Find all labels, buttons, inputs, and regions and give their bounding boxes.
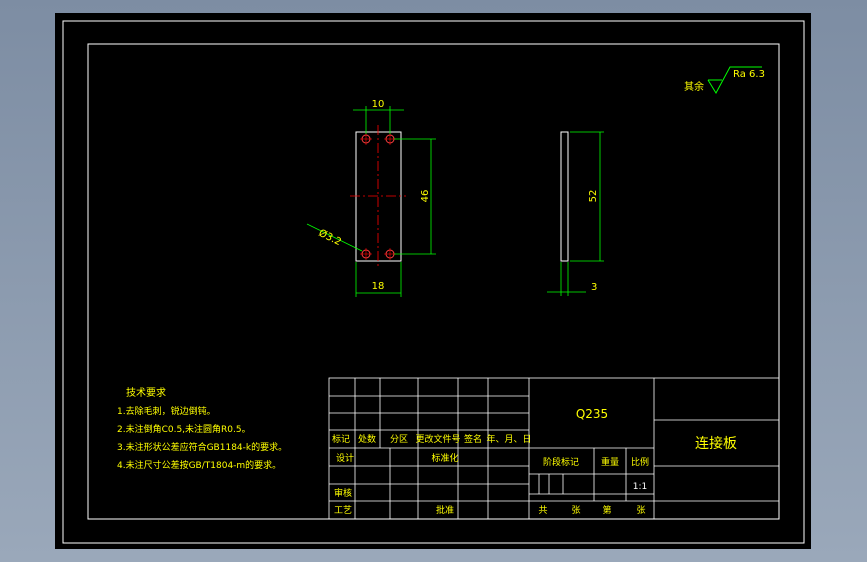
roughness-prefix: 其余 [684, 80, 704, 93]
roughness-value: Ra 6.3 [733, 69, 765, 80]
label-stage-mark: 阶段标记 [543, 456, 579, 468]
note-item: 3.未注形状公差应符合GB1184-k的要求。 [117, 441, 287, 453]
header-count: 处数 [358, 433, 376, 445]
header-date: 年、月、日 [486, 433, 531, 445]
part-name: 连接板 [695, 435, 737, 452]
label-total: 共 [538, 505, 547, 516]
dim-text-18: 18 [372, 281, 385, 292]
label-weight: 重量 [601, 456, 619, 468]
note-item: 2.未注倒角C0.5,未注圆角R0.5。 [117, 423, 251, 435]
dim-text-46: 46 [420, 190, 431, 203]
dim-text-3: 3 [591, 282, 597, 293]
drawing-canvas: 其余 Ra 6.3 10 18 46 Ø3.2 52 3 技术要求 1.去除毛刺… [55, 13, 811, 549]
header-mark: 标记 [332, 433, 350, 445]
label-standardize: 标准化 [431, 452, 458, 464]
header-signature: 签名 [464, 433, 482, 445]
label-approve: 批准 [436, 504, 454, 516]
note-item: 4.未注尺寸公差按GB/T1804-m的要求。 [117, 459, 281, 471]
header-zone: 分区 [390, 434, 408, 445]
dim-text-10: 10 [372, 99, 385, 110]
label-process: 工艺 [334, 505, 352, 516]
label-design: 设计 [336, 452, 354, 464]
label-sheet: 张 [636, 505, 645, 516]
label-review: 审核 [334, 487, 352, 499]
label-no: 第 [602, 504, 611, 516]
material-name: Q235 [576, 407, 608, 421]
label-sheets: 张 [571, 505, 580, 516]
header-change-doc: 更改文件号 [415, 433, 460, 445]
scale-value: 1:1 [633, 482, 647, 492]
note-item: 1.去除毛刺，锐边倒钝。 [117, 405, 216, 417]
label-scale: 比例 [631, 456, 649, 468]
notes-title: 技术要求 [126, 386, 166, 399]
dim-text-52: 52 [588, 190, 599, 203]
